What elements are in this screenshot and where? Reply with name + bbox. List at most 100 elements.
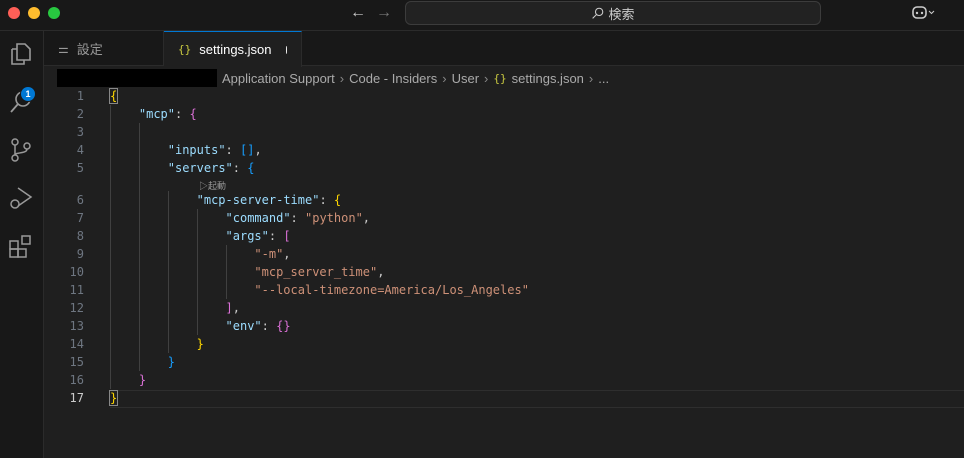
line-number: 6	[76, 193, 84, 207]
breadcrumb-item[interactable]: Application Support	[222, 71, 335, 86]
line-number: 7	[76, 211, 84, 225]
line-number: 3	[76, 125, 84, 139]
search-label: 検索	[608, 6, 635, 22]
code-line[interactable]: }	[108, 389, 119, 407]
code-token: [	[283, 229, 291, 243]
chevron-right-icon: ›	[442, 70, 447, 86]
breadcrumb-item[interactable]: ...	[598, 71, 609, 86]
code-token: :	[290, 211, 305, 225]
code-token: "mcp_server_time"	[254, 265, 378, 279]
json-file-icon: {}	[493, 71, 507, 85]
breadcrumb-item[interactable]: settings.json	[512, 71, 584, 86]
json-file-icon: {}	[178, 43, 192, 56]
code-token: "--local-timezone=America/Los_Angeles"	[254, 283, 529, 297]
line-number: 14	[69, 337, 84, 351]
line-number: 5	[76, 161, 84, 175]
code-token: }	[167, 355, 175, 369]
indent-guide	[225, 245, 227, 299]
indent-guide	[138, 123, 140, 371]
command-center-search[interactable]: 検索	[405, 1, 821, 25]
redacted-path	[57, 69, 217, 87]
explorer-icon[interactable]	[8, 41, 34, 67]
code-line[interactable]: "servers": {	[168, 159, 255, 177]
forward-arrow-icon[interactable]: →	[376, 4, 392, 22]
code-token: :	[319, 193, 334, 207]
code-line[interactable]: "env": {}	[226, 317, 291, 335]
code-line[interactable]: ],	[226, 299, 240, 317]
breadcrumb-item[interactable]: User	[452, 71, 479, 86]
line-number: 4	[76, 143, 84, 157]
copilot-icon[interactable]	[912, 4, 936, 23]
unsaved-dot-icon[interactable]	[285, 45, 287, 54]
back-arrow-icon[interactable]: ←	[350, 4, 366, 22]
breadcrumb-item[interactable]: Code - Insiders	[349, 71, 437, 86]
line-number: 8	[76, 229, 84, 243]
tab-label: settings.json	[199, 42, 272, 57]
line-number: 2	[76, 107, 84, 121]
code-token: ,	[283, 247, 291, 261]
code-line[interactable]: }	[197, 335, 204, 353]
code-line[interactable]: "inputs": [],	[168, 141, 262, 159]
indent-guide	[110, 105, 111, 389]
code-line[interactable]: "mcp": {	[139, 105, 197, 123]
code-token: {}	[276, 319, 291, 333]
code-line[interactable]: {	[108, 87, 119, 105]
code-line[interactable]: "-m",	[254, 245, 290, 263]
code-token: {	[247, 161, 255, 175]
maximize-window-button[interactable]	[48, 7, 60, 19]
code-token: ,	[362, 211, 371, 225]
tab-settings-json[interactable]: {} settings.json	[164, 31, 302, 67]
code-token: "python"	[305, 211, 363, 225]
code-line[interactable]: "--local-timezone=America/Los_Angeles"	[254, 281, 529, 299]
line-number: 15	[69, 355, 84, 369]
indent-guide	[196, 209, 198, 335]
close-window-button[interactable]	[8, 7, 20, 19]
code-token: "command"	[225, 211, 291, 225]
code-token: "args"	[225, 229, 269, 243]
code-token: :	[232, 161, 248, 175]
code-token: :	[225, 143, 240, 157]
settings-sliders-icon: ⚌	[58, 41, 69, 56]
line-number: 11	[69, 283, 84, 297]
explorer-badge: 1	[20, 86, 36, 102]
tab-settings-ui[interactable]: ⚌ 設定	[44, 31, 164, 66]
code-token: "env"	[225, 319, 262, 333]
line-number: 17	[69, 391, 84, 405]
tab-label: 設定	[76, 42, 103, 57]
chevron-right-icon: ›	[339, 70, 345, 86]
code-line[interactable]: "args": [	[226, 227, 291, 245]
line-number: 16	[69, 373, 84, 387]
code-token: :	[175, 107, 190, 121]
activity-bar: 1	[0, 31, 44, 458]
run-debug-icon[interactable]	[8, 185, 34, 211]
code-token: }	[138, 373, 147, 387]
code-line[interactable]: }	[139, 371, 146, 389]
code-token: {	[189, 107, 197, 121]
code-line[interactable]: "command": "python",	[226, 209, 371, 227]
code-line[interactable]: "mcp-server-time": {	[197, 191, 342, 209]
current-line-highlight	[110, 390, 964, 408]
code-line[interactable]: }	[168, 353, 175, 371]
code-token: []	[240, 143, 255, 157]
code-token: {	[108, 88, 119, 104]
code-token: "inputs"	[167, 143, 226, 157]
line-number: 9	[76, 247, 84, 261]
chevron-right-icon: ›	[588, 70, 594, 86]
minimize-window-button[interactable]	[28, 7, 40, 19]
line-number: 10	[69, 265, 84, 279]
indent-guide	[167, 191, 169, 353]
code-token: :	[261, 319, 277, 333]
search-icon	[592, 7, 604, 19]
line-number: 12	[69, 301, 84, 315]
code-line[interactable]: "mcp_server_time",	[254, 263, 384, 281]
tab-bar: ⚌ 設定 {} settings.json	[44, 31, 964, 67]
code-token: ,	[254, 143, 262, 157]
extensions-icon[interactable]	[8, 233, 34, 259]
code-token: ,	[232, 301, 240, 315]
code-token: {	[333, 193, 342, 207]
code-token: "mcp-server-time"	[196, 193, 320, 207]
code-token: "-m"	[254, 247, 284, 261]
code-token: ]	[225, 301, 233, 315]
code-editor[interactable]: ▷起動 1{2 "mcp": {3 4 "inputs": [], 5 "servers"…	[44, 87, 964, 458]
source-control-icon[interactable]	[8, 137, 34, 163]
